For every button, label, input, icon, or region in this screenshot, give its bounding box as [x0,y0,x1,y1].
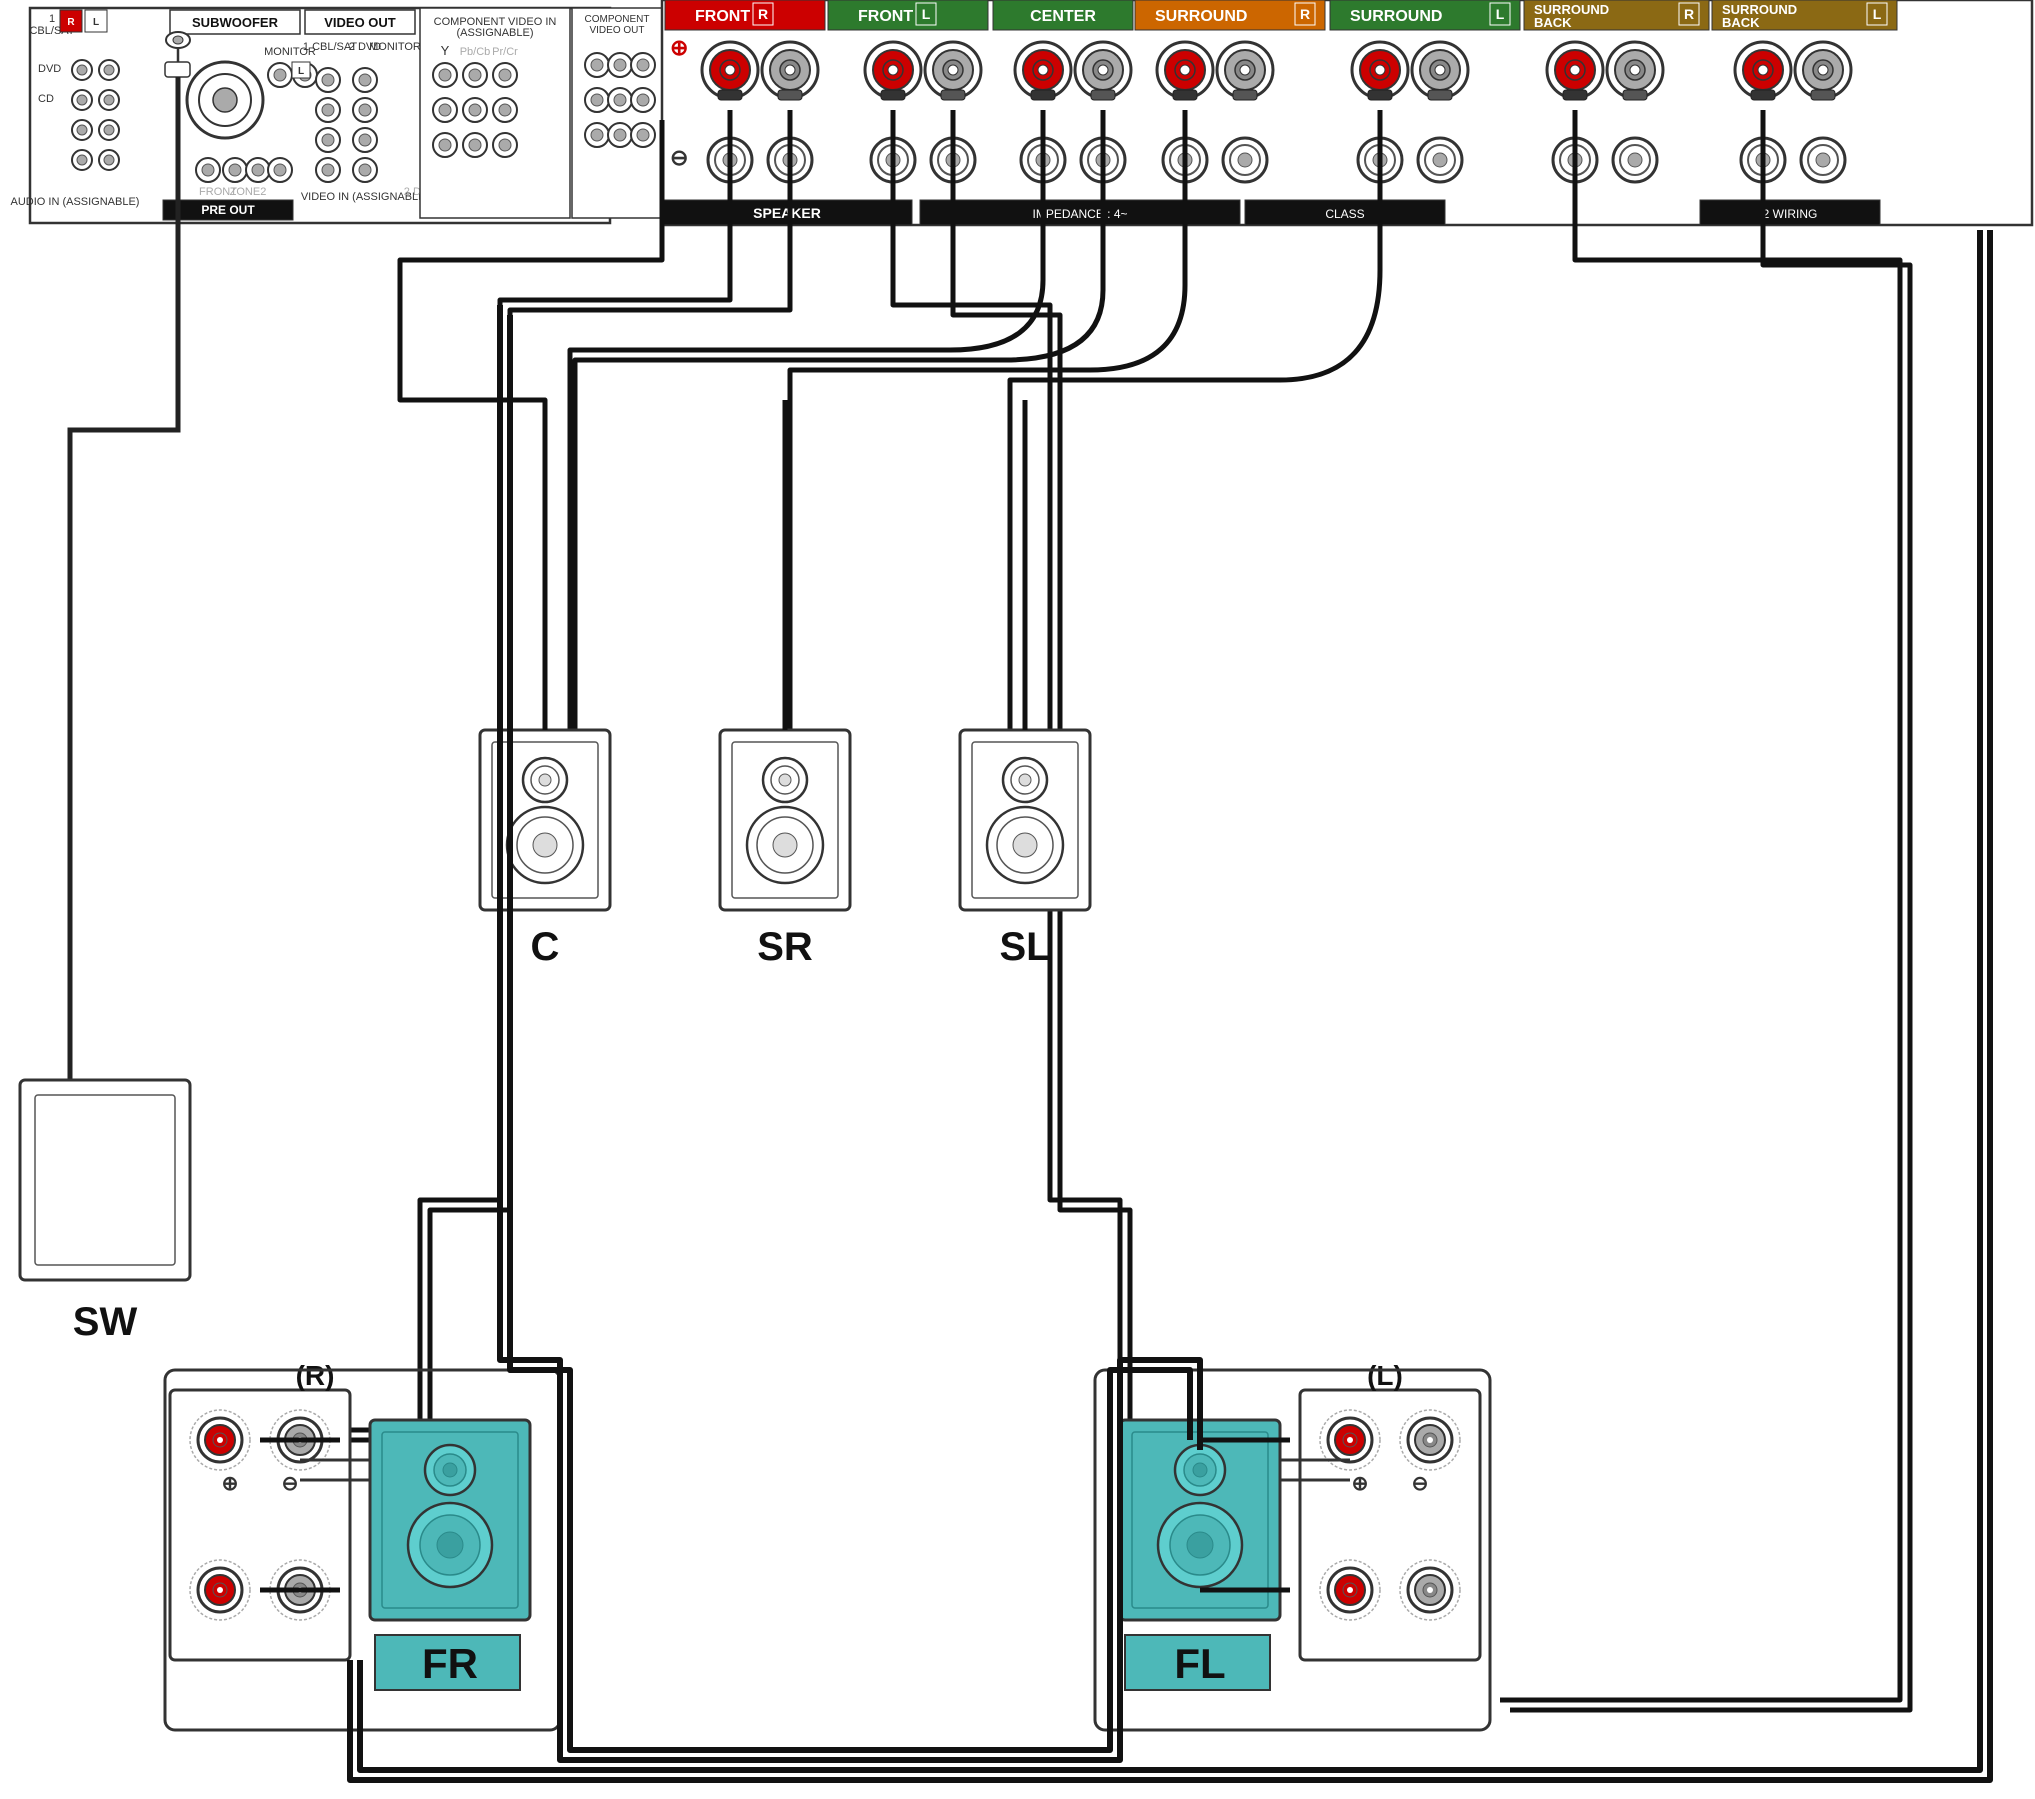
pb-label: Pb/Cb [460,46,491,58]
front-l-channel-label: FRONT [858,8,913,25]
sr-label: SR [757,925,813,969]
sw-label: SW [73,1300,138,1344]
front-l-side-label: L [922,6,931,22]
fl-speaker: FL [1120,1420,1280,1690]
cd-label: CD [38,93,54,105]
pre-out-label: PRE OUT [201,203,255,217]
fr-label: FR [422,1640,478,1687]
surr-back-l-side: L [1873,6,1882,22]
surround-back-l-label2: BACK [1722,15,1760,30]
comp-assignable-label: (ASSIGNABLE) [456,27,533,39]
minus-label: ⊖ [670,145,688,170]
l-indicator: L [93,17,99,28]
fl-label: FL [1174,1640,1225,1687]
fl-minus-label: ⊖ [1412,1473,1429,1495]
impedance-label: IMPEDANCE : 4~ [1032,207,1127,221]
r-indicator: R [67,17,75,28]
video-out-label: VIDEO OUT [324,15,396,30]
r-paren-label: (R) [296,1360,335,1391]
c-label: C [531,925,560,969]
plus-label: ⊕ [670,35,688,60]
fl-plus-label: ⊕ [1352,1473,1369,1495]
fr-plus-label: ⊕ [222,1473,239,1495]
center-channel-label: CENTER [1030,8,1096,25]
surround-l-side-label: L [1496,6,1505,22]
pr-label: Pr/Cr [492,46,518,58]
surround-l-channel-label: SURROUND [1350,8,1442,25]
zone2-label: ZONE2 [230,186,267,198]
dvd-label: DVD [38,63,61,75]
y-label: Y [441,43,450,58]
fr-terminal-block: ⊕ ⊖ [170,1390,350,1660]
l-paren-label: (L) [1367,1360,1403,1391]
wiring-label: 2 WIRING [1763,207,1818,221]
comp-video-out-label2: VIDEO OUT [589,25,644,36]
comp-video-out-label: COMPONENT [585,14,650,25]
audio-in-label: AUDIO IN (ASSIGNABLE) [11,196,140,208]
front-r-channel-label: FRONT [695,8,750,25]
speaker-section-label: SPEAKER [753,205,821,221]
class-label: CLASS [1325,207,1364,221]
surr-back-r-side: R [1684,6,1694,22]
surround-r-side-label: R [1300,6,1310,22]
monitor2-label: MONITOR [369,41,421,53]
fr-minus-label: ⊖ [282,1473,299,1495]
surround-r-channel-label: SURROUND [1155,8,1247,25]
sl-label: SL [999,925,1050,969]
front-r-side-label: R [758,6,768,22]
fl-terminal-block: ⊕ ⊖ [1300,1390,1480,1660]
surround-back-r-label2: BACK [1534,15,1572,30]
subwoofer-label: SUBWOOFER [192,15,279,30]
cblsat1-label: 1 [49,13,55,25]
l-label-sub: L [298,66,304,77]
fr-speaker: FR [370,1420,530,1690]
